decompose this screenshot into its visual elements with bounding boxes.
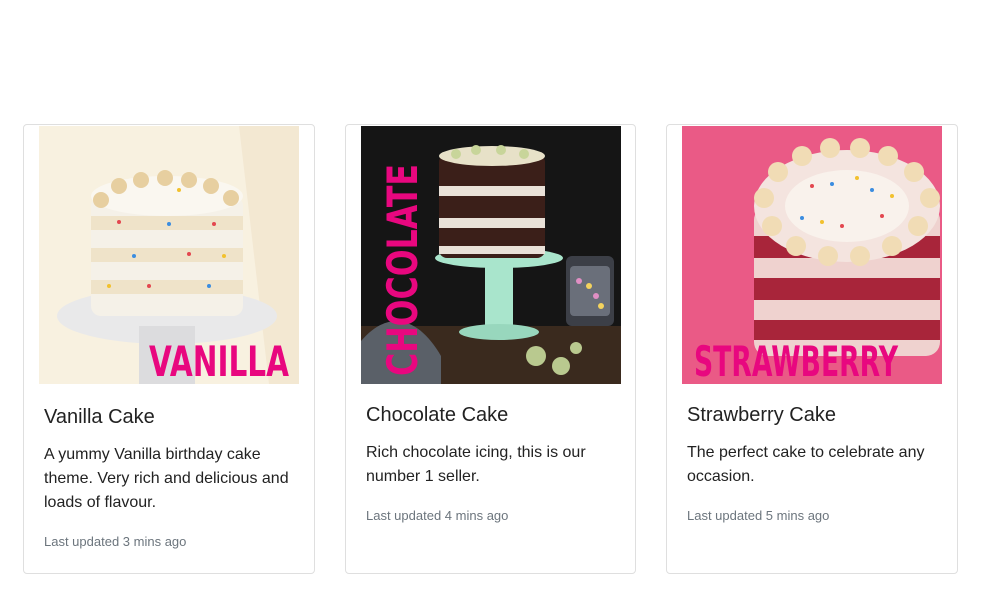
card-text: The perfect cake to celebrate any occasi… [687,444,925,485]
card-body: Vanilla Cake A yummy Vanilla birthday ca… [44,405,298,551]
last-updated: Last updated 5 mins ago [687,508,830,523]
last-updated: Last updated 4 mins ago [366,508,509,523]
card-deck: VANILLA Vanilla Cake A yummy Vanilla bir… [0,0,981,606]
card-title: Strawberry Cake [687,404,836,426]
card-title: Vanilla Cake [44,406,155,428]
card-body: Chocolate Cake Rich chocolate icing, thi… [366,403,619,525]
vanilla-label: VANILLA [149,337,289,384]
last-updated: Last updated 3 mins ago [44,534,187,549]
card-body: Strawberry Cake The perfect cake to cele… [687,403,941,525]
card-chocolate[interactable]: CHOCOLATE Chocolate Cake Rich chocolate … [345,124,636,574]
card-vanilla[interactable]: VANILLA Vanilla Cake A yummy Vanilla bir… [23,124,315,574]
card-text: Rich chocolate icing, this is our number… [366,444,586,485]
chocolate-label: CHOCOLATE [378,164,427,376]
card-strawberry[interactable]: STRAWBERRY Strawberry Cake The perfect c… [666,124,958,574]
vanilla-cake-image: VANILLA [39,126,299,384]
chocolate-cake-image: CHOCOLATE [361,126,621,384]
strawberry-label: STRAWBERRY [694,337,898,384]
card-title: Chocolate Cake [366,404,509,426]
strawberry-cake-image: STRAWBERRY [682,126,942,384]
card-text: A yummy Vanilla birthday cake theme. Ver… [44,446,289,511]
